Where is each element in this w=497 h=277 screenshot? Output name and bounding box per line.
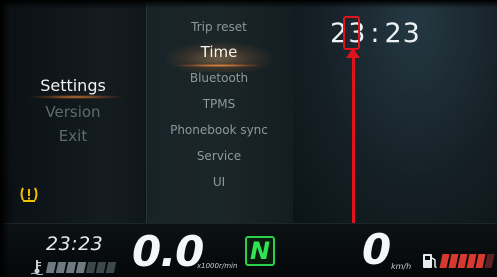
settings-menu-label: Settings	[40, 76, 106, 95]
submenu-item-tpms[interactable]: TPMS	[146, 97, 292, 111]
rpm-unit: x1000r/min	[197, 262, 238, 270]
submenu-label: TPMS	[202, 97, 236, 111]
temperature-gauge-segment	[95, 262, 107, 273]
submenu-item-phonebook-sync[interactable]: Phonebook sync	[146, 123, 292, 137]
gear-indicator: N	[245, 236, 275, 266]
temperature-gauge	[45, 262, 117, 273]
settings-menu-label: Version	[45, 103, 101, 121]
bezel-shadow	[0, 0, 497, 8]
temperature-gauge-segment	[55, 262, 67, 273]
settings-menu-item-settings[interactable]: Settings	[0, 76, 146, 95]
active-item-glow	[30, 95, 122, 99]
tpms-warning-icon	[20, 186, 38, 202]
submenu-label: Service	[196, 149, 242, 163]
rpm-readout: 0.0	[132, 227, 204, 276]
settings-menu-item-version[interactable]: Version	[0, 103, 146, 121]
fuel-pump-icon	[422, 252, 438, 270]
submenu-item-bluetooth[interactable]: Bluetooth	[146, 71, 292, 85]
highlight-box	[343, 16, 360, 50]
submenu-label: Time	[200, 43, 238, 61]
speed-unit: km/h	[391, 262, 412, 271]
temperature-gauge-segment	[45, 262, 57, 273]
submenu-label: Bluetooth	[189, 71, 249, 85]
clock-minutes[interactable]: 23	[384, 18, 420, 49]
thermometer-icon	[30, 259, 44, 276]
submenu-item-service[interactable]: Service	[146, 149, 292, 163]
status-time: 23:23	[46, 233, 104, 255]
bezel-shadow	[0, 0, 10, 277]
fuel-gauge-segment	[484, 254, 495, 268]
settings-menu-item-exit[interactable]: Exit	[0, 127, 146, 145]
temperature-gauge-segment	[85, 262, 97, 273]
temperature-gauge-segment	[75, 262, 87, 273]
active-item-underline	[178, 64, 260, 67]
submenu-label: Phonebook sync	[170, 123, 268, 137]
dashboard-screen: Settings Version Exit ••• Trip reset Tim…	[0, 0, 497, 277]
annotation-arrow-head	[346, 48, 360, 58]
settings-menu-label: Exit	[58, 127, 88, 145]
submenu-item-trip-reset[interactable]: Trip reset	[146, 20, 292, 34]
submenu-item-ui[interactable]: UI	[146, 175, 292, 189]
submenu-item-time[interactable]: Time	[146, 43, 292, 61]
submenu-label: Trip reset	[191, 20, 247, 34]
temperature-gauge-segment	[105, 262, 117, 273]
temperature-gauge-segment	[65, 262, 77, 273]
submenu-label: UI	[212, 175, 226, 189]
clock-separator: :	[370, 18, 381, 49]
speed-readout: 0	[362, 225, 392, 274]
fuel-gauge	[439, 254, 497, 268]
